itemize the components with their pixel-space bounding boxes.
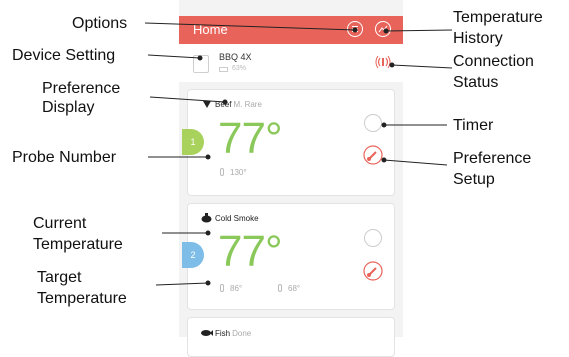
annotation-connection-status-line2: Status [453,74,499,91]
annotation-current-temperature-line2: Temperature [33,236,123,253]
annotation-timer: Timer [453,117,494,134]
annotation-connection-status-line1: Connection [453,53,534,70]
annotation-device-setting: Device Setting [12,47,116,64]
annotation-preference-setup-line2: Setup [453,171,495,188]
annotation-preference-setup-line1: Preference [453,150,532,167]
annotation-preference-display-line1: Preference [42,80,121,97]
annotation-target-temperature-line2: Temperature [37,290,127,307]
annotation-target-temperature-line1: Target [37,269,82,286]
annotation-probe-number: Probe Number [12,149,117,166]
annotation-options: Options [72,15,128,32]
annotation-temperature-history-line2: History [453,30,503,47]
annotation-current-temperature-line1: Current [33,215,87,232]
annotation-temperature-history-line1: Temperature [453,9,543,26]
annotation-preference-display-line2: Display [42,99,95,116]
